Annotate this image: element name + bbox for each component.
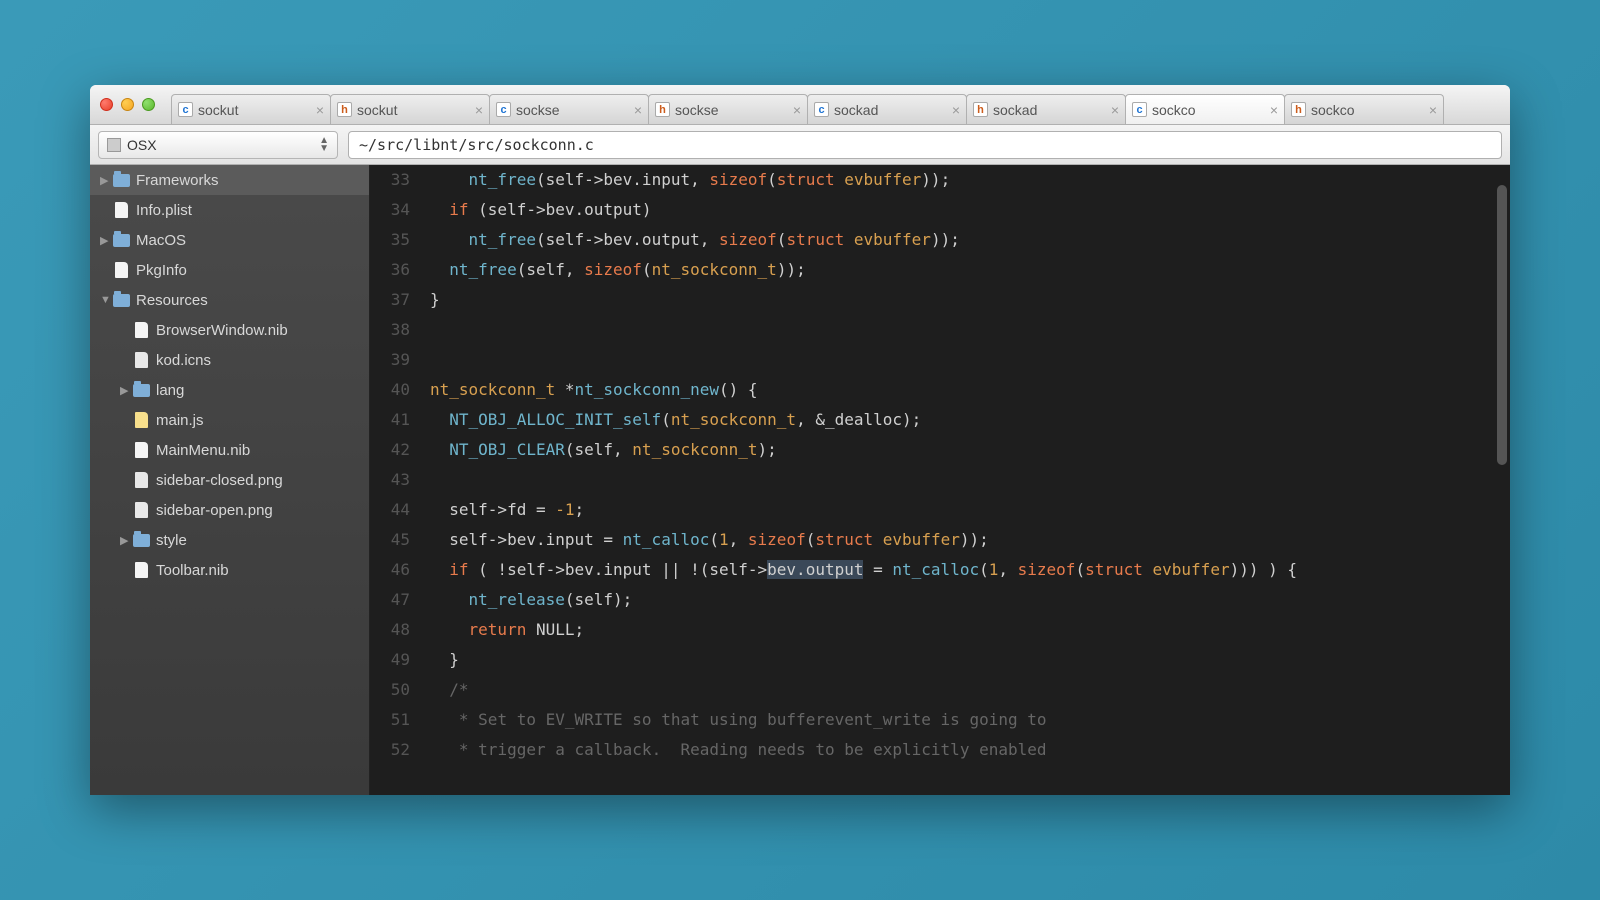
- disclosure-arrow-icon: ▶: [100, 174, 112, 187]
- maximize-button[interactable]: [142, 98, 155, 111]
- dropdown-label: OSX: [127, 137, 157, 153]
- tab-close-icon[interactable]: ×: [1429, 102, 1437, 118]
- sidebar-item-main-js[interactable]: main.js: [90, 405, 369, 435]
- sidebar-item-label: PkgInfo: [136, 262, 187, 279]
- js-file-icon: [132, 412, 150, 428]
- tab-close-icon[interactable]: ×: [952, 102, 960, 118]
- code-content[interactable]: nt_free(self->bev.input, sizeof(struct e…: [420, 165, 1510, 795]
- scrollbar-thumb[interactable]: [1497, 185, 1507, 465]
- file-icon: [112, 202, 130, 218]
- file-h-icon: h: [973, 102, 988, 117]
- image-file-icon: [132, 502, 150, 518]
- line-gutter: 33 34 35 36 37 38 39 40 41 42 43 44 45 4…: [370, 165, 420, 795]
- sidebar-item-label: Info.plist: [136, 202, 192, 219]
- tab-bar: csockut×hsockut×csockse×hsockse×csockad×…: [171, 85, 1500, 124]
- tab-label: sockut: [357, 102, 472, 118]
- toolbar: OSX ▲▼ ~/src/libnt/src/sockconn.c: [90, 125, 1510, 165]
- sidebar-item-label: sidebar-closed.png: [156, 472, 283, 489]
- folder-icon: [132, 532, 150, 548]
- file-c-icon: c: [496, 102, 511, 117]
- path-text: ~/src/libnt/src/sockconn.c: [359, 136, 594, 154]
- file-h-icon: h: [655, 102, 670, 117]
- code-editor[interactable]: 33 34 35 36 37 38 39 40 41 42 43 44 45 4…: [370, 165, 1510, 795]
- sidebar-item-label: main.js: [156, 412, 204, 429]
- sidebar-item-label: Frameworks: [136, 172, 219, 189]
- tab-sockco[interactable]: hsockco×: [1284, 94, 1444, 124]
- tab-close-icon[interactable]: ×: [475, 102, 483, 118]
- traffic-lights: [100, 98, 155, 111]
- tab-label: sockco: [1311, 102, 1426, 118]
- tab-label: sockco: [1152, 102, 1267, 118]
- tab-sockut[interactable]: csockut×: [171, 94, 331, 124]
- sidebar-item-sidebar-open-png[interactable]: sidebar-open.png: [90, 495, 369, 525]
- titlebar: csockut×hsockut×csockse×hsockse×csockad×…: [90, 85, 1510, 125]
- tab-sockco[interactable]: csockco×: [1125, 94, 1285, 124]
- sidebar-item-label: lang: [156, 382, 184, 399]
- sidebar-item-kod-icns[interactable]: kod.icns: [90, 345, 369, 375]
- app-window: csockut×hsockut×csockse×hsockse×csockad×…: [90, 85, 1510, 795]
- sidebar-item-mainmenu-nib[interactable]: MainMenu.nib: [90, 435, 369, 465]
- tab-label: sockad: [993, 102, 1108, 118]
- tab-label: sockad: [834, 102, 949, 118]
- sidebar-item-label: BrowserWindow.nib: [156, 322, 288, 339]
- tab-close-icon[interactable]: ×: [634, 102, 642, 118]
- file-icon: [112, 262, 130, 278]
- file-c-icon: c: [814, 102, 829, 117]
- folder-icon: [112, 232, 130, 248]
- sidebar-item-pkginfo[interactable]: PkgInfo: [90, 255, 369, 285]
- file-icon: [132, 322, 150, 338]
- tab-close-icon[interactable]: ×: [793, 102, 801, 118]
- tab-label: sockut: [198, 102, 313, 118]
- minimize-button[interactable]: [121, 98, 134, 111]
- path-input[interactable]: ~/src/libnt/src/sockconn.c: [348, 131, 1502, 159]
- sidebar-item-label: style: [156, 532, 187, 549]
- sidebar-item-label: MacOS: [136, 232, 186, 249]
- file-icon: [132, 562, 150, 578]
- file-icon: [132, 442, 150, 458]
- close-button[interactable]: [100, 98, 113, 111]
- sidebar-item-frameworks[interactable]: ▶ Frameworks: [90, 165, 369, 195]
- tab-sockse[interactable]: hsockse×: [648, 94, 808, 124]
- file-c-icon: c: [1132, 102, 1147, 117]
- tab-sockad[interactable]: hsockad×: [966, 94, 1126, 124]
- sidebar-item-info-plist[interactable]: Info.plist: [90, 195, 369, 225]
- tab-label: sockse: [675, 102, 790, 118]
- tab-sockse[interactable]: csockse×: [489, 94, 649, 124]
- sidebar-item-lang[interactable]: ▶ lang: [90, 375, 369, 405]
- tab-close-icon[interactable]: ×: [316, 102, 324, 118]
- sidebar-item-macos[interactable]: ▶ MacOS: [90, 225, 369, 255]
- folder-icon: [112, 292, 130, 308]
- sidebar-item-toolbar-nib[interactable]: Toolbar.nib: [90, 555, 369, 585]
- sidebar-item-label: Toolbar.nib: [156, 562, 229, 579]
- disclosure-arrow-icon: ▶: [100, 234, 112, 247]
- drive-icon: [107, 138, 121, 152]
- tab-sockad[interactable]: csockad×: [807, 94, 967, 124]
- file-c-icon: c: [178, 102, 193, 117]
- sidebar-item-resources[interactable]: ▼ Resources: [90, 285, 369, 315]
- dropdown-arrows-icon: ▲▼: [319, 137, 329, 153]
- sidebar-item-browserwindow-nib[interactable]: BrowserWindow.nib: [90, 315, 369, 345]
- disclosure-arrow-icon: ▼: [100, 294, 112, 306]
- tab-close-icon[interactable]: ×: [1111, 102, 1119, 118]
- file-h-icon: h: [1291, 102, 1306, 117]
- tab-label: sockse: [516, 102, 631, 118]
- sidebar-item-label: sidebar-open.png: [156, 502, 273, 519]
- file-sidebar: ▶ Frameworks Info.plist ▶ MacOS PkgInfo ▼ Resou…: [90, 165, 370, 795]
- tab-sockut[interactable]: hsockut×: [330, 94, 490, 124]
- sidebar-item-label: kod.icns: [156, 352, 211, 369]
- disclosure-arrow-icon: ▶: [120, 384, 132, 397]
- sidebar-item-style[interactable]: ▶ style: [90, 525, 369, 555]
- image-file-icon: [132, 472, 150, 488]
- project-dropdown[interactable]: OSX ▲▼: [98, 131, 338, 159]
- tab-close-icon[interactable]: ×: [1270, 102, 1278, 118]
- file-h-icon: h: [337, 102, 352, 117]
- sidebar-item-label: Resources: [136, 292, 208, 309]
- sidebar-item-label: MainMenu.nib: [156, 442, 250, 459]
- image-file-icon: [132, 352, 150, 368]
- disclosure-arrow-icon: ▶: [120, 534, 132, 547]
- folder-icon: [112, 172, 130, 188]
- sidebar-item-sidebar-closed-png[interactable]: sidebar-closed.png: [90, 465, 369, 495]
- content-area: ▶ Frameworks Info.plist ▶ MacOS PkgInfo ▼ Resou…: [90, 165, 1510, 795]
- folder-icon: [132, 382, 150, 398]
